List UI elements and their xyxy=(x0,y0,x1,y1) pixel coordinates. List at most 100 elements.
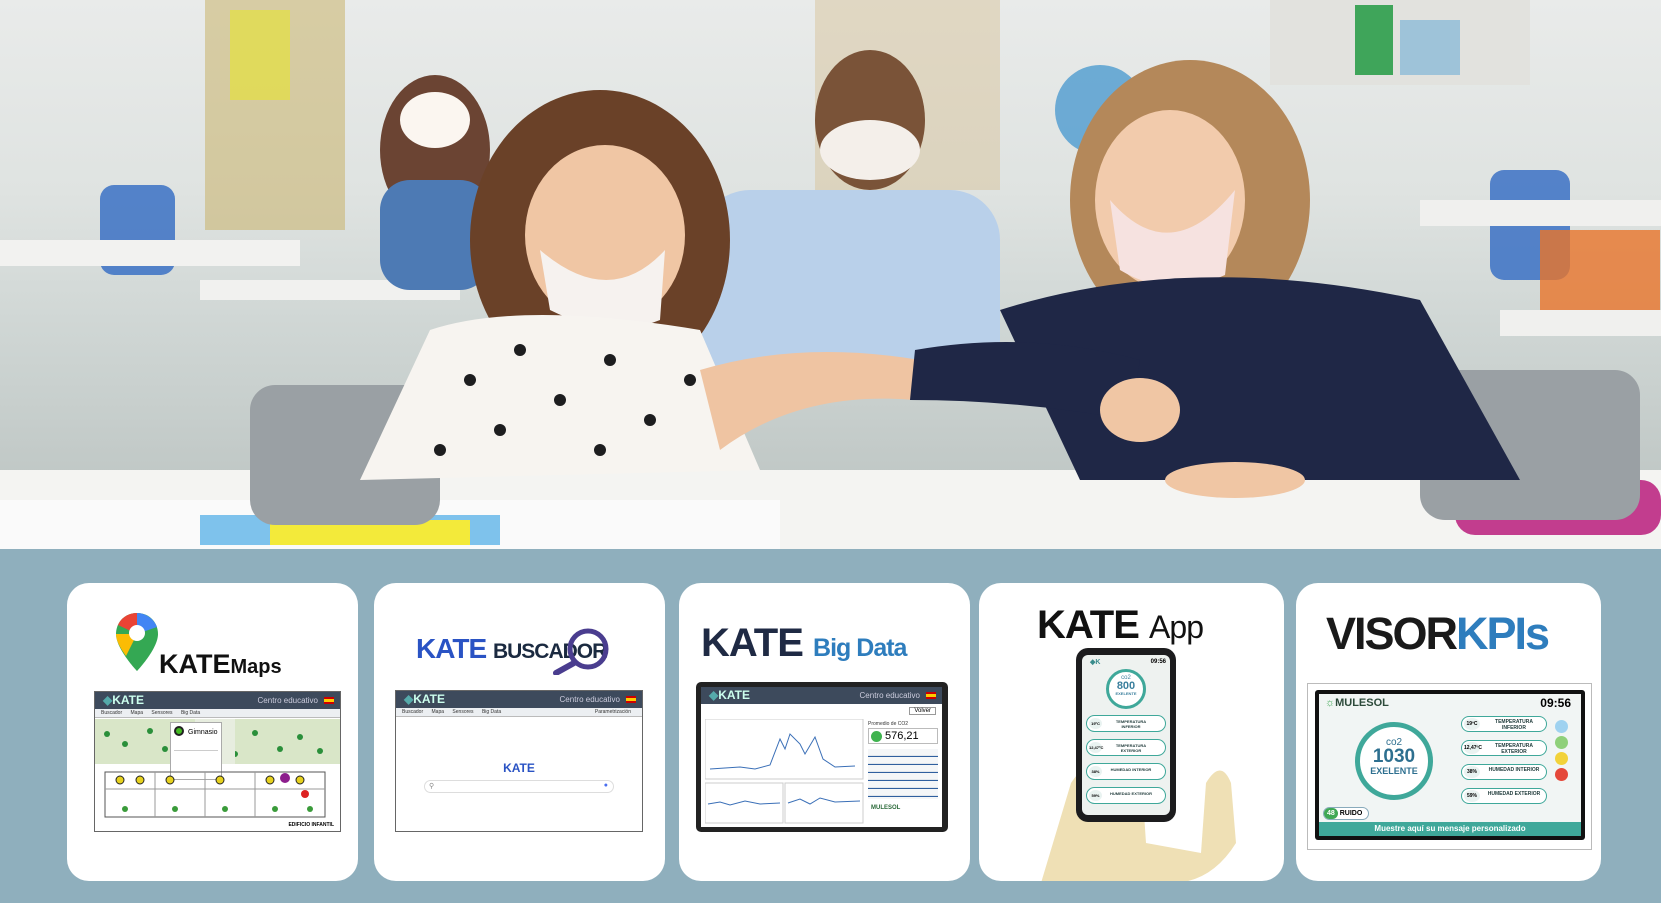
kate-buscador-card[interactable]: KATE BUSCADOR ◆KATE Centro educativo Bus… xyxy=(374,583,665,881)
title-kate: KATE xyxy=(416,633,487,664)
classroom-illustration xyxy=(0,0,1661,549)
kate-maps-screenshot: ◆KATE Centro educativo Buscador Mapa Sen… xyxy=(94,691,341,832)
centro-label: Centro educativo xyxy=(257,696,318,705)
co2-value: 800 xyxy=(1116,680,1136,692)
title-app: App xyxy=(1149,609,1204,645)
face-good-icon xyxy=(1555,736,1568,749)
classroom-photo xyxy=(0,0,1661,549)
search-logo: KATE xyxy=(503,761,535,775)
mulesol-logo-icon: ☼ xyxy=(1325,697,1336,709)
nav-sensores[interactable]: Sensores xyxy=(452,709,473,715)
face-excellent-icon xyxy=(1555,720,1568,733)
visor-co2-gauge: co2 1030 EXELENTE xyxy=(1355,722,1433,800)
metric-value: 19ºC xyxy=(1089,718,1102,729)
floor-plan xyxy=(104,771,326,818)
map-pin-icon xyxy=(116,613,158,671)
title-kate: KATE xyxy=(701,621,804,665)
kate-logo: ◆KATE xyxy=(709,688,751,702)
status-faces xyxy=(1555,720,1575,781)
nav-buscador[interactable]: Buscador xyxy=(101,710,122,716)
phone-metric-row: 59% HUMEDAD EXTERIOR xyxy=(1086,787,1166,804)
line-charts xyxy=(705,719,864,824)
page: KATEMaps ◆KATE Centro educativo Buscador… xyxy=(0,0,1661,903)
kate-big-data-screenshot: ◆KATE Centro educativo Volver Promedio d… xyxy=(701,687,942,827)
phone-metric-row: 19ºC TEMPERATURA INFERIOR xyxy=(1086,715,1166,732)
metric-value: 59% xyxy=(1464,790,1480,802)
title-kate: KATE xyxy=(159,649,231,679)
title-kpis: KPIs xyxy=(1456,608,1550,659)
visor-metric-row: 59% HUMEDAD EXTERIOR xyxy=(1461,788,1547,804)
kate-maps-title: KATEMaps xyxy=(159,649,282,680)
app-header: ◆KATE Centro educativo xyxy=(396,691,642,708)
nav-buscador[interactable]: Buscador xyxy=(402,709,423,715)
brand-label: MULESOL xyxy=(871,805,901,811)
co2-status: EXELENTE xyxy=(1370,766,1418,776)
logo-text: KATE xyxy=(112,693,145,707)
metric-value: 12,47ºC xyxy=(1464,742,1482,754)
building-label: EDIFICIO INFANTIL xyxy=(288,822,334,828)
title-maps: Maps xyxy=(230,656,282,678)
nav-bar: Buscador Mapa Sensores Big Data Parametr… xyxy=(396,708,642,717)
visor-time: 09:56 xyxy=(1540,696,1571,710)
phone-metric-row: 38% HUMEDAD INTERIOR xyxy=(1086,763,1166,780)
app-header: ◆KATE Centro educativo xyxy=(95,692,340,709)
logo-text: KATE xyxy=(718,688,751,702)
metric-label: TEMPERATURA INFERIOR xyxy=(1495,719,1533,731)
phone-screen: ◆K 09:56 co2 800 EXELENTE 19ºC TEMPERATUR… xyxy=(1082,655,1170,815)
spain-flag-icon xyxy=(626,696,636,703)
volver-button[interactable]: Volver xyxy=(909,707,936,715)
metric-label: TEMPERATURA EXTERIOR xyxy=(1495,743,1533,755)
nav-sensores[interactable]: Sensores xyxy=(151,710,172,716)
nav-parametrizacion[interactable]: Parametrización xyxy=(595,708,631,717)
search-input[interactable]: ⚲ ● xyxy=(424,780,614,793)
co2-average-value: 576,21 xyxy=(885,730,919,742)
kate-maps-card[interactable]: KATEMaps ◆KATE Centro educativo Buscador… xyxy=(67,583,358,881)
kate-app-card[interactable]: KATE App ◆K 09:56 co2 800 EXELENTE 19ºC T… xyxy=(979,583,1284,881)
phone-time: 09:56 xyxy=(1150,659,1166,665)
metric-label: HUMEDAD EXTERIOR xyxy=(1487,791,1541,797)
title-big-data: Big Data xyxy=(813,634,907,662)
nav-big-data[interactable]: Big Data xyxy=(482,709,501,715)
brand-text: MULESOL xyxy=(1335,697,1389,709)
popup-title: Gimnasio xyxy=(188,729,218,736)
search-icon: ⚲ xyxy=(429,783,435,790)
kate-big-data-card[interactable]: KATE Big Data ◆KATE Centro educativo Vol… xyxy=(679,583,970,881)
metric-label: TEMPERATURA INFERIOR xyxy=(1115,719,1147,729)
kate-app-title: KATE App xyxy=(1037,603,1204,648)
kate-buscador-screenshot: ◆KATE Centro educativo Buscador Mapa Sen… xyxy=(395,690,643,832)
kate-big-data-title: KATE Big Data xyxy=(701,621,907,666)
visor-metric-row: 19ºC TEMPERATURA INFERIOR xyxy=(1461,716,1547,732)
metric-value: 38% xyxy=(1464,766,1480,778)
visor-screen: ☼MULESOL 09:56 co2 1030 EXELENTE 19ºC TEM… xyxy=(1319,694,1581,836)
metric-label: TEMPERATURA EXTERIOR xyxy=(1115,743,1147,753)
metric-value: 19ºC xyxy=(1464,718,1480,730)
co2-average-label: Promedio de CO2 xyxy=(868,721,909,727)
metric-value: 38% xyxy=(1089,766,1102,777)
metric-label: HUMEDAD EXTERIOR xyxy=(1109,791,1152,796)
title-visor: VISOR xyxy=(1326,608,1458,659)
face-poor-icon xyxy=(1555,768,1568,781)
location-marker-icon xyxy=(174,726,184,736)
custom-message-banner: Muestre aquí su mensaje personalizado xyxy=(1319,822,1581,836)
microphone-icon[interactable]: ● xyxy=(604,782,608,789)
face-fair-icon xyxy=(1555,752,1568,765)
visor-metric-row: 12,47ºC TEMPERATURA EXTERIOR xyxy=(1461,740,1547,756)
nav-big-data[interactable]: Big Data xyxy=(181,710,200,716)
nav-mapa[interactable]: Mapa xyxy=(432,709,445,715)
visor-kpis-card[interactable]: VISORKPIs ☼MULESOL 09:56 co2 1030 EXELEN… xyxy=(1296,583,1601,881)
co2-status: EXELENTE xyxy=(1115,691,1137,696)
stats-table xyxy=(868,749,938,799)
spain-flag-icon xyxy=(926,692,936,699)
noise-label: RUIDO xyxy=(1339,810,1363,817)
visor-kpis-title: VISORKPIs xyxy=(1326,608,1550,660)
centro-label: Centro educativo xyxy=(559,695,620,704)
noise-pill: 48 RUIDO xyxy=(1323,807,1370,820)
spain-flag-icon xyxy=(324,697,334,704)
magnifier-icon xyxy=(553,628,609,675)
co2-average-value-box: 576,21 xyxy=(868,728,938,744)
nav-mapa[interactable]: Mapa xyxy=(131,710,144,716)
app-logo-icon: ◆K xyxy=(1090,659,1101,666)
co2-value: 1030 xyxy=(1372,746,1416,767)
noise-value: 48 xyxy=(1324,808,1338,819)
kate-logo: ◆KATE xyxy=(103,693,145,707)
